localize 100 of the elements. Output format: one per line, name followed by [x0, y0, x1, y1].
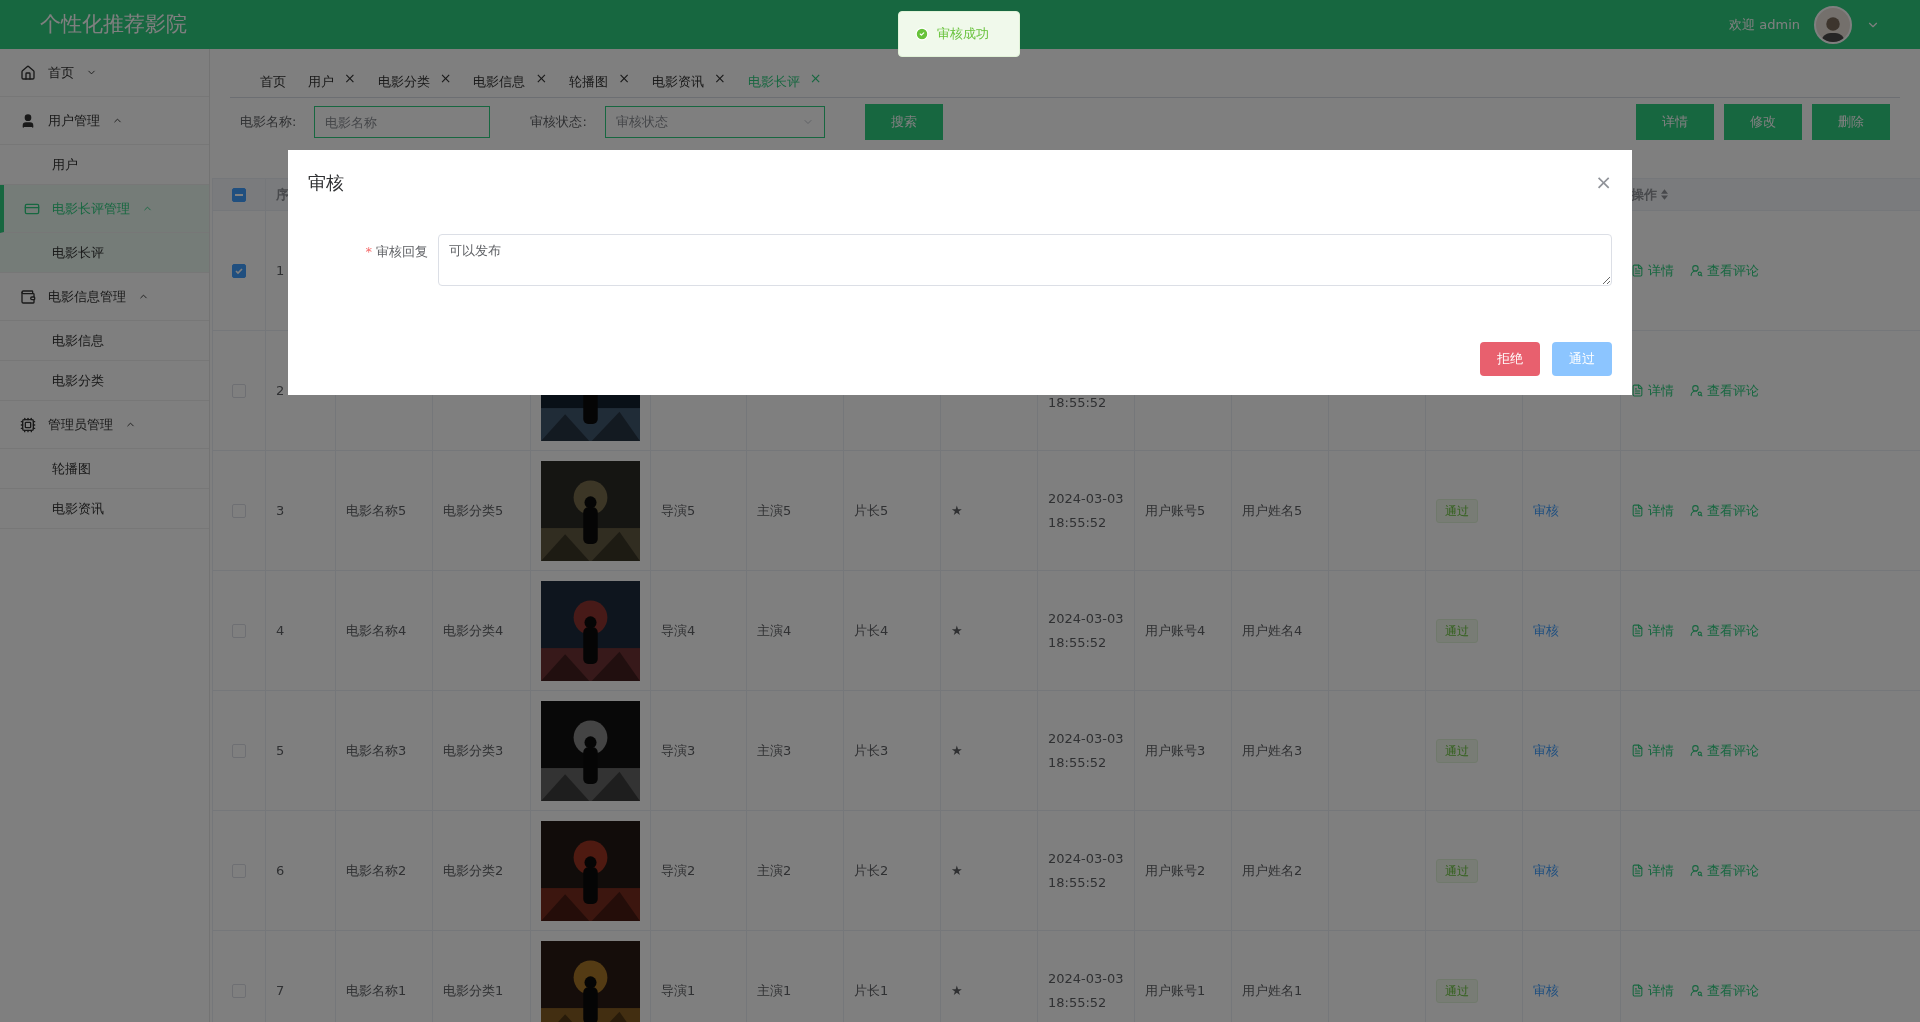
sidebar-subitem[interactable]: 电影信息: [0, 321, 209, 361]
toolbar-button[interactable]: 修改: [1724, 104, 1802, 140]
close-icon[interactable]: ×: [1595, 167, 1612, 197]
table-cell-text: 片长3: [854, 741, 889, 760]
checkbox[interactable]: [232, 187, 246, 202]
table-cell-text: 18:55:52: [1048, 393, 1107, 412]
audit-link[interactable]: 审核: [1533, 500, 1559, 521]
tab[interactable]: 电影信息 ×: [473, 71, 548, 91]
audit-link[interactable]: 审核: [1533, 740, 1559, 761]
close-icon[interactable]: ×: [344, 71, 356, 84]
table-row[interactable]: 6 电影名称2 电影分类2 导演2 主演2 片长2 ★ 2024-03-03 18:55:52 用户账号2 用户姓名2 通过 审核 详情 查看评论: [213, 811, 1920, 931]
sidebar-subitem[interactable]: 电影长评: [0, 233, 209, 273]
table-cell-text: 用户账号4: [1145, 621, 1206, 640]
table-cell-text: 18:55:52: [1048, 993, 1107, 1012]
tab[interactable]: 电影长评 ×: [747, 71, 822, 91]
table-cell-text: 18:55:52: [1048, 753, 1107, 772]
reply-field[interactable]: 可以发布: [438, 234, 1612, 286]
table-cell-text: 主演5: [757, 501, 792, 520]
comments-link[interactable]: 查看评论: [1690, 860, 1759, 881]
user-search-icon: [1690, 744, 1703, 757]
star-icon: ★: [951, 740, 963, 761]
search-button[interactable]: 搜索: [864, 104, 943, 140]
table-cell-text: 导演5: [661, 501, 696, 520]
dialog-title: 审核: [308, 170, 344, 195]
field-label: 审核状态:: [530, 113, 587, 132]
close-icon[interactable]: ×: [713, 71, 726, 84]
comments-link[interactable]: 查看评论: [1690, 740, 1759, 761]
audit-link[interactable]: 审核: [1533, 860, 1559, 881]
tab[interactable]: 用户 ×: [308, 71, 356, 91]
sidebar-subitem[interactable]: 电影分类: [0, 361, 209, 401]
table-cell-text: 电影名称3: [346, 741, 407, 760]
reject-button[interactable]: 拒绝: [1480, 342, 1540, 376]
avatar[interactable]: [1814, 5, 1852, 44]
table-cell-text: 18:55:52: [1048, 513, 1107, 532]
checkbox[interactable]: [232, 263, 246, 278]
table-cell-text: 2024-03-03: [1048, 729, 1124, 748]
close-icon[interactable]: ×: [535, 71, 548, 84]
sidebar-subitem[interactable]: 电影资讯: [0, 489, 209, 529]
table-cell-text: 用户账号5: [1145, 501, 1206, 520]
tab[interactable]: 首页: [260, 71, 286, 91]
table-cell-text: 3: [276, 501, 285, 520]
welcome-text: 欢迎 admin: [1729, 15, 1800, 34]
tab[interactable]: 电影分类 ×: [377, 71, 452, 91]
close-icon[interactable]: ×: [439, 71, 452, 84]
table-cell-text: 用户账号3: [1145, 741, 1206, 760]
table-row[interactable]: 5 电影名称3 电影分类3 导演3 主演3 片长3 ★ 2024-03-03 18:55:52 用户账号3 用户姓名3 通过 审核 详情 查看评论: [213, 691, 1920, 811]
table-row[interactable]: 4 电影名称4 电影分类4 导演4 主演4 片长4 ★ 2024-03-03 18:55:52 用户账号4 用户姓名4 通过 审核 详情 查看评论: [213, 571, 1920, 691]
details-link[interactable]: 详情: [1631, 500, 1674, 521]
close-icon[interactable]: ×: [809, 71, 822, 84]
tab[interactable]: 电影资讯 ×: [651, 71, 726, 91]
audit-link[interactable]: 审核: [1533, 980, 1559, 1001]
details-link[interactable]: 详情: [1631, 260, 1674, 281]
table-cell-text: 用户账号2: [1145, 861, 1206, 880]
sidebar-item[interactable]: 管理员管理: [0, 401, 209, 449]
comments-link[interactable]: 查看评论: [1690, 380, 1759, 401]
star-icon: ★: [951, 620, 963, 641]
details-link[interactable]: 详情: [1631, 860, 1674, 881]
table-row[interactable]: 7 电影名称1 电影分类1 导演1 主演1 片长1 ★ 2024-03-03 18:55:52 用户账号1 用户姓名1 通过 审核 详情 查看评论: [213, 931, 1920, 1022]
document-icon: [1631, 504, 1644, 517]
table-cell-text: 用户姓名1: [1242, 981, 1303, 1000]
tab[interactable]: 轮播图 ×: [569, 71, 630, 91]
toolbar-button[interactable]: 详情: [1636, 104, 1714, 140]
table-cell-text: 用户账号1: [1145, 981, 1206, 1000]
table-row[interactable]: 3 电影名称5 电影分类5 导演5 主演5 片长5 ★ 2024-03-03 18:55:52 用户账号5 用户姓名5 通过 审核 详情 查看评论: [213, 451, 1920, 571]
audit-link[interactable]: 审核: [1533, 620, 1559, 641]
details-link[interactable]: 详情: [1631, 740, 1674, 761]
toolbar-button[interactable]: 删除: [1812, 104, 1890, 140]
user-search-icon: [1690, 864, 1703, 877]
chip-icon: [20, 416, 36, 433]
comments-link[interactable]: 查看评论: [1690, 260, 1759, 281]
comments-link[interactable]: 查看评论: [1690, 500, 1759, 521]
user-search-icon: [1690, 504, 1703, 517]
document-icon: [1631, 744, 1644, 757]
table-cell-text: 主演3: [757, 741, 792, 760]
status-tag: 通过: [1436, 498, 1478, 523]
close-icon[interactable]: ×: [618, 71, 630, 84]
document-icon: [1631, 624, 1644, 637]
document-icon: [1631, 264, 1644, 277]
table-cell-text: 电影名称1: [346, 981, 407, 1000]
table-cell-text: 电影名称2: [346, 861, 407, 880]
sidebar-item[interactable]: 用户管理: [0, 97, 209, 145]
comments-link[interactable]: 查看评论: [1690, 980, 1759, 1001]
table-cell-text: 电影名称5: [346, 501, 407, 520]
sidebar-item[interactable]: 电影长评管理: [0, 185, 209, 233]
wallet-icon: [20, 288, 36, 305]
comments-link[interactable]: 查看评论: [1690, 620, 1759, 641]
details-link[interactable]: 详情: [1631, 620, 1674, 641]
sidebar-item[interactable]: 电影信息管理: [0, 273, 209, 321]
star-icon: ★: [951, 980, 963, 1001]
site-title: 个性化推荐影院: [40, 10, 187, 38]
table-cell-text: 电影分类3: [443, 741, 504, 760]
document-icon: [1631, 984, 1644, 997]
details-link[interactable]: 详情: [1631, 380, 1674, 401]
sidebar-subitem[interactable]: 轮播图: [0, 449, 209, 489]
home-icon: [20, 64, 36, 81]
success-icon: [915, 27, 929, 41]
table-cell-text: 用户姓名3: [1242, 741, 1303, 760]
details-link[interactable]: 详情: [1631, 980, 1674, 1001]
approve-button[interactable]: 通过: [1552, 342, 1612, 376]
sidebar-item[interactable]: 首页: [0, 49, 209, 97]
